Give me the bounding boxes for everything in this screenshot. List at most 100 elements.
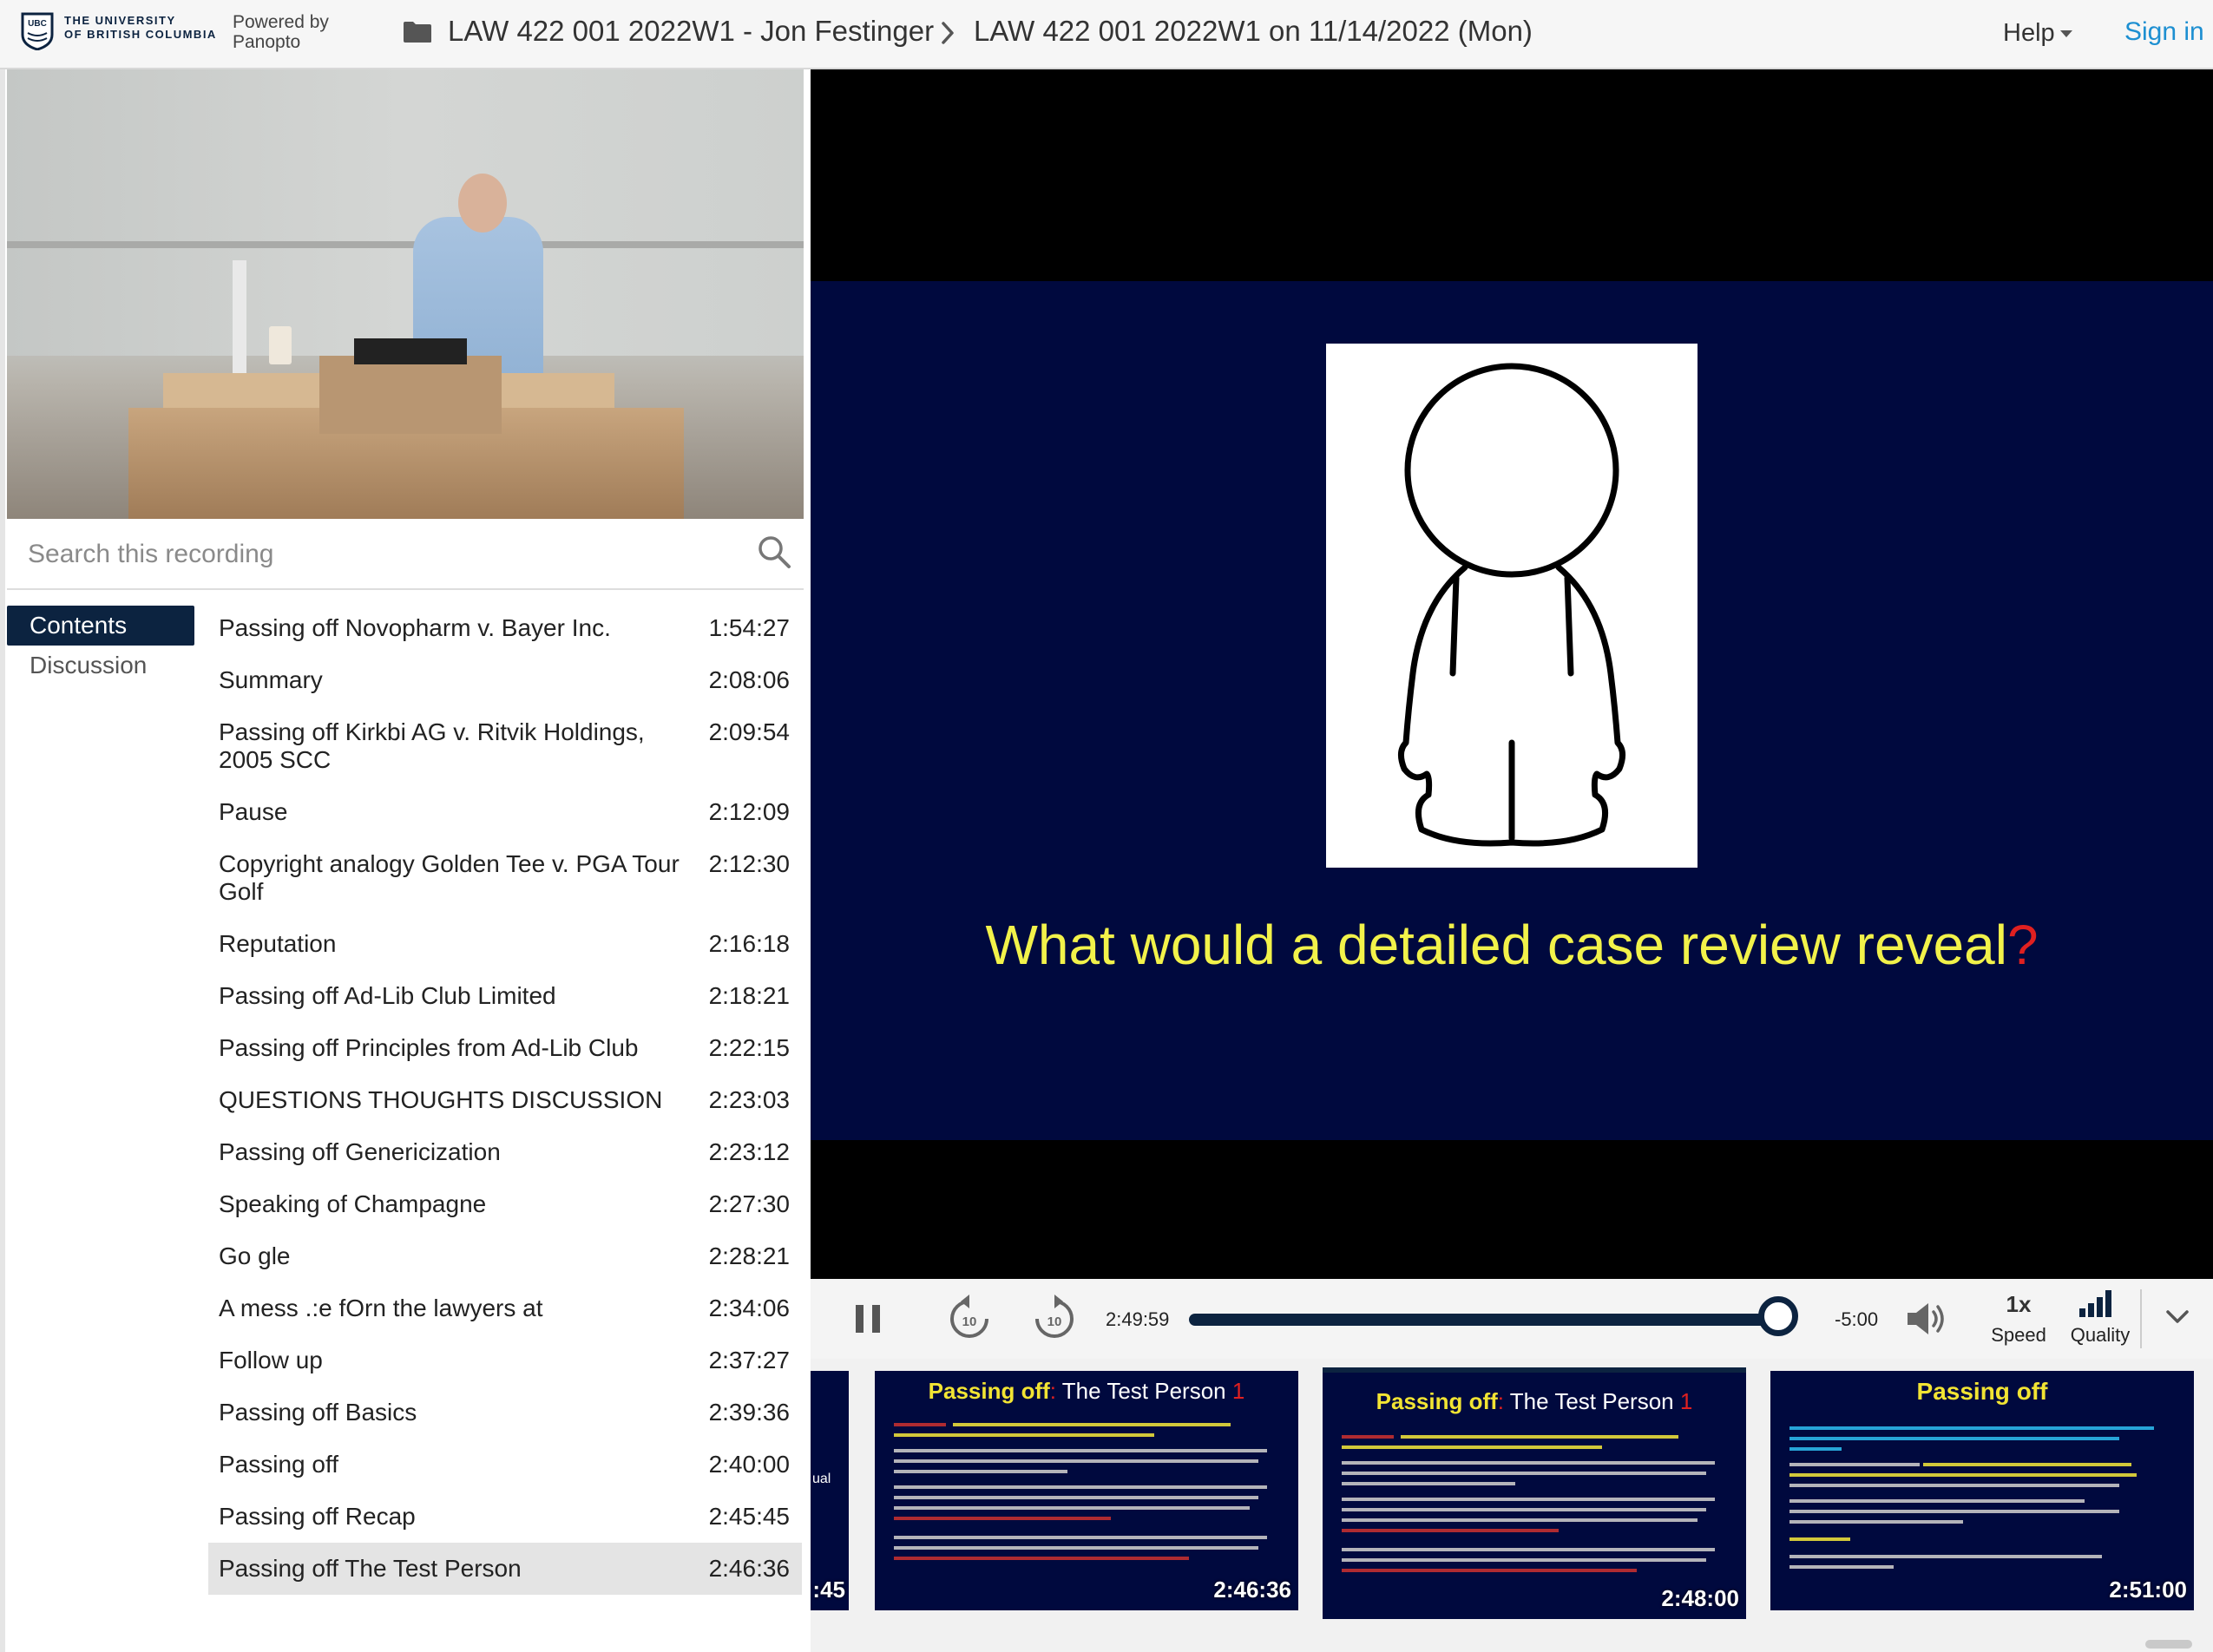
contents-item[interactable]: Reputation 2:16:18 bbox=[208, 918, 802, 970]
contents-item-title: Pause bbox=[219, 798, 288, 825]
thumbnail-text-line bbox=[1789, 1463, 1920, 1466]
contents-item-title: Go gle bbox=[219, 1242, 291, 1269]
slide-thumbnail-current[interactable]: Passing off: The Test Person 1 2:48:00 bbox=[1323, 1367, 1746, 1619]
contents-item[interactable]: Passing off Basics 2:39:36 bbox=[208, 1386, 802, 1439]
contents-item[interactable]: Copyright analogy Golden Tee v. PGA Tour… bbox=[208, 838, 802, 918]
contents-item-time: 2:18:21 bbox=[708, 982, 790, 1009]
contents-item[interactable]: Follow up 2:37:27 bbox=[208, 1334, 802, 1386]
volume-icon[interactable] bbox=[1906, 1300, 1949, 1338]
main-video[interactable]: What would a detailed case review reveal… bbox=[811, 69, 2213, 1279]
thumbnail-title-num: 1 bbox=[1673, 1388, 1693, 1414]
contents-item-title: Passing off Ad-Lib Club Limited bbox=[219, 982, 556, 1009]
thumbnail-text-line bbox=[894, 1517, 1111, 1520]
help-menu[interactable]: Help bbox=[2003, 19, 2055, 48]
camera-wall bbox=[7, 69, 804, 356]
thumbnail-text-line bbox=[1342, 1472, 1706, 1475]
chevron-down-icon[interactable] bbox=[2164, 1307, 2190, 1328]
thumbnail-text-line bbox=[1923, 1463, 2131, 1466]
pause-icon[interactable] bbox=[854, 1303, 882, 1334]
ubc-wordmark[interactable]: THE UNIVERSITY OF BRITISH COLUMBIA bbox=[64, 14, 217, 42]
quality-label[interactable]: Quality bbox=[2060, 1324, 2140, 1347]
contents-item-time: 2:28:21 bbox=[708, 1242, 790, 1269]
contents-item[interactable]: Passing off Novopharm v. Bayer Inc. 1:54:… bbox=[208, 602, 802, 654]
camera-whiteboard-rail bbox=[7, 241, 804, 248]
thumbnail-text-line bbox=[1789, 1473, 2137, 1477]
contents-item-title: Speaking of Champagne bbox=[219, 1190, 487, 1217]
thumbnail-text-line bbox=[1789, 1555, 2102, 1558]
presenter-video[interactable] bbox=[7, 69, 804, 519]
chevron-right-icon bbox=[942, 22, 954, 44]
contents-item[interactable]: Summary 2:08:06 bbox=[208, 654, 802, 706]
contents-item-time: 2:12:30 bbox=[708, 850, 790, 877]
thumbnail-time: 2:46:36 bbox=[1213, 1577, 1291, 1603]
forward-10-icon[interactable]: 10 bbox=[1033, 1293, 1076, 1341]
search-input[interactable] bbox=[26, 534, 741, 574]
slide-thumbnail[interactable]: ual :45 bbox=[811, 1371, 849, 1610]
contents-item-time: 2:37:27 bbox=[708, 1347, 790, 1373]
test-person-icon bbox=[1398, 363, 1625, 847]
thumbnail-title: Passing off bbox=[1916, 1378, 2048, 1405]
slide-caption: What would a detailed case review reveal… bbox=[811, 913, 2213, 977]
powered-by-panopto[interactable]: Powered by Panopto bbox=[233, 12, 329, 52]
contents-item[interactable]: Passing off Genericization 2:23:12 bbox=[208, 1126, 802, 1178]
progress-scrubber[interactable] bbox=[1758, 1296, 1798, 1336]
contents-item-title: Passing off The Test Person bbox=[219, 1555, 522, 1582]
camera-document-lamp bbox=[233, 260, 246, 373]
thumbnail-title: Passing off: The Test Person 1 bbox=[1323, 1388, 1746, 1415]
folder-icon bbox=[404, 22, 431, 43]
thumbnail-text-line bbox=[894, 1449, 1267, 1452]
caret-down-icon[interactable] bbox=[2060, 30, 2072, 37]
thumbnail-title-main: Passing off bbox=[1376, 1388, 1498, 1414]
contents-item-time: 2:08:06 bbox=[708, 666, 790, 693]
search-icon[interactable] bbox=[757, 534, 791, 569]
contents-item[interactable]: Speaking of Champagne 2:27:30 bbox=[208, 1178, 802, 1230]
thumbnail-title: Passing off: The Test Person 1 bbox=[875, 1378, 1298, 1405]
contents-item-title: Passing off bbox=[219, 1451, 339, 1478]
contents-item[interactable]: A mess .:e fOrn the lawyers at 2:34:06 bbox=[208, 1282, 802, 1334]
contents-item[interactable]: Passing off Kirkbi AG v. Ritvik Holdings… bbox=[208, 706, 802, 786]
thumbnail-text-line bbox=[1789, 1565, 1894, 1569]
ubc-crest-icon[interactable]: UBC bbox=[21, 12, 54, 50]
top-bar: UBC THE UNIVERSITY OF BRITISH COLUMBIA P… bbox=[0, 0, 2213, 69]
thumbnail-text-line bbox=[1789, 1437, 2119, 1440]
contents-item-title: Summary bbox=[219, 666, 323, 693]
camera-presenter-head bbox=[458, 174, 507, 233]
contents-item[interactable]: Pause 2:12:09 bbox=[208, 786, 802, 838]
progress-bar[interactable] bbox=[1189, 1314, 1796, 1326]
contents-item-selected[interactable]: Passing off The Test Person 2:46:36 bbox=[208, 1543, 802, 1595]
remaining-time: -5:00 bbox=[1835, 1308, 1879, 1330]
controls-divider bbox=[2140, 1289, 2142, 1348]
thumbnail-text-line bbox=[894, 1496, 1258, 1499]
contents-item[interactable]: QUESTIONS THOUGHTS DISCUSSION 2:23:03 bbox=[208, 1074, 802, 1126]
thumbnail-text-line bbox=[1342, 1435, 1394, 1439]
breadcrumb-folder[interactable]: LAW 422 001 2022W1 - Jon Festinger bbox=[448, 15, 934, 48]
thumbnail-text-line bbox=[894, 1470, 1067, 1473]
contents-item-time: 2:40:00 bbox=[708, 1451, 790, 1478]
contents-item[interactable]: Go gle 2:28:21 bbox=[208, 1230, 802, 1282]
thumbnail-text-line bbox=[1789, 1510, 2119, 1513]
thumbnail-text-line bbox=[1342, 1498, 1715, 1501]
powered-by-line: Powered by bbox=[233, 12, 329, 32]
thumbnail-scrollbar[interactable] bbox=[2145, 1640, 2192, 1649]
slide-thumbnail[interactable]: Passing off: The Test Person 1 2:46:36 bbox=[875, 1371, 1298, 1610]
thumbnail-text-line bbox=[894, 1485, 1267, 1489]
slide-thumbnail[interactable]: Passing off 2:51:00 bbox=[1770, 1371, 2194, 1610]
contents-item[interactable]: Passing off Ad-Lib Club Limited 2:18:21 bbox=[208, 970, 802, 1022]
slide-caption-text: What would a detailed case review reveal bbox=[985, 914, 2007, 976]
contents-item-title: Copyright analogy Golden Tee v. PGA Tour… bbox=[219, 850, 680, 905]
speed-value[interactable]: 1x bbox=[1993, 1291, 2045, 1318]
thumbnail-text-line bbox=[1342, 1461, 1715, 1465]
signal-bars-icon[interactable] bbox=[2078, 1289, 2112, 1317]
contents-item[interactable]: Passing off Principles from Ad-Lib Club 2… bbox=[208, 1022, 802, 1074]
contents-item-time: 2:12:09 bbox=[708, 798, 790, 825]
rewind-10-icon[interactable]: 10 bbox=[948, 1293, 991, 1341]
thumbnail-title-num: 1 bbox=[1225, 1378, 1245, 1404]
sign-in-link[interactable]: Sign in bbox=[2124, 17, 2204, 47]
tab-contents[interactable]: Contents bbox=[7, 606, 194, 646]
contents-item[interactable]: Passing off Recap 2:45:45 bbox=[208, 1491, 802, 1543]
thumbnail-title-rest: The Test Person bbox=[1504, 1388, 1674, 1414]
contents-item[interactable]: Passing off 2:40:00 bbox=[208, 1439, 802, 1491]
contents-item-title: Follow up bbox=[219, 1347, 323, 1373]
tab-discussion[interactable]: Discussion bbox=[7, 646, 194, 685]
speed-label[interactable]: Speed bbox=[1979, 1324, 2059, 1347]
